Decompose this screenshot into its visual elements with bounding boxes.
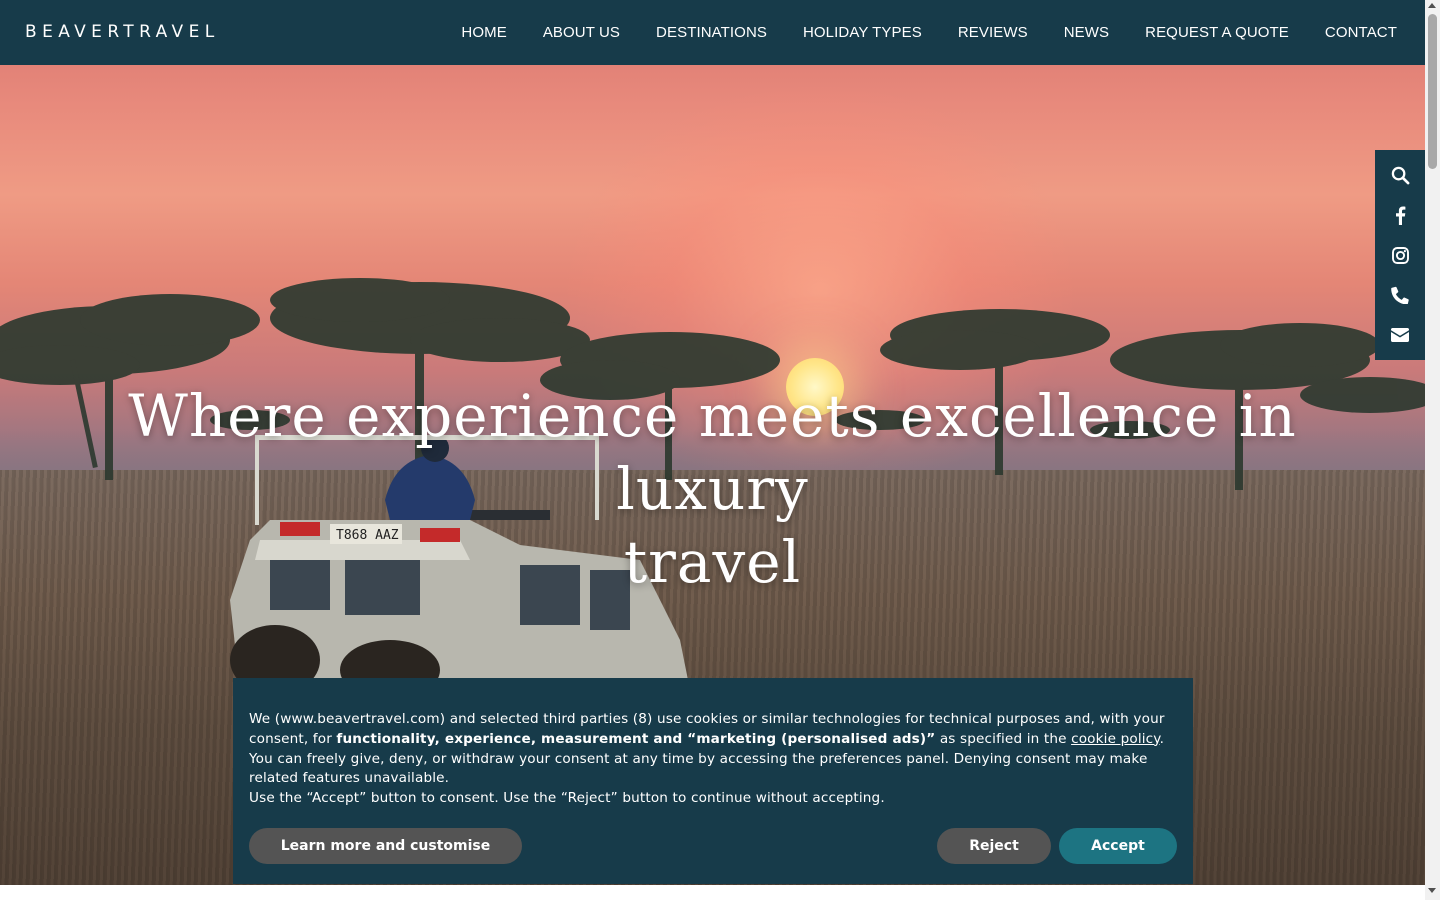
cookie-consent-banner: We (www.beavertravel.com) and selected t…	[233, 678, 1193, 884]
instagram-icon[interactable]	[1375, 235, 1425, 275]
nav-news[interactable]: NEWS	[1064, 24, 1109, 41]
nav-contact[interactable]: CONTACT	[1325, 24, 1397, 41]
hero-headline-line1: Where experience meets excellence in lux…	[128, 382, 1297, 523]
cookie-text-line3: Use the “Accept” button to consent. Use …	[249, 790, 885, 807]
vertical-scrollbar[interactable]	[1425, 0, 1440, 900]
phone-icon[interactable]	[1375, 275, 1425, 315]
main-nav: HOME ABOUT US DESTINATIONS HOLIDAY TYPES…	[461, 0, 1397, 65]
reject-button[interactable]: Reject	[937, 828, 1051, 864]
nav-holiday-types[interactable]: HOLIDAY TYPES	[803, 24, 922, 41]
hero-headline-line2: travel	[623, 528, 802, 596]
email-icon[interactable]	[1375, 315, 1425, 355]
hero-headline: Where experience meets excellence in lux…	[60, 380, 1365, 599]
cookie-text-purposes: functionality, experience, measurement a…	[336, 730, 936, 747]
cookie-text-part2: as specified in the	[935, 730, 1072, 747]
social-sidebar	[1375, 150, 1425, 360]
nav-destinations[interactable]: DESTINATIONS	[656, 24, 767, 41]
nav-request-a-quote[interactable]: REQUEST A QUOTE	[1145, 24, 1289, 41]
scrollbar-thumb[interactable]	[1428, 14, 1437, 169]
nav-home[interactable]: HOME	[461, 24, 506, 41]
site-logo[interactable]: BEAVERTRAVEL	[25, 22, 220, 42]
page-bottom-edge	[0, 885, 1425, 900]
accept-button[interactable]: Accept	[1059, 828, 1177, 864]
nav-reviews[interactable]: REVIEWS	[958, 24, 1028, 41]
scroll-up-arrow-icon[interactable]	[1428, 3, 1436, 8]
search-icon[interactable]	[1375, 155, 1425, 195]
cookie-buttons: Learn more and customise Reject Accept	[249, 828, 1177, 864]
top-navigation-bar: BEAVERTRAVEL HOME ABOUT US DESTINATIONS …	[0, 0, 1425, 65]
learn-more-button[interactable]: Learn more and customise	[249, 828, 522, 864]
cookie-text: We (www.beavertravel.com) and selected t…	[249, 710, 1177, 750]
scroll-down-arrow-icon[interactable]	[1428, 888, 1436, 893]
cookie-text-part3: .	[1159, 730, 1165, 747]
nav-about-us[interactable]: ABOUT US	[543, 24, 620, 41]
facebook-icon[interactable]	[1375, 195, 1425, 235]
cookie-policy-link[interactable]: cookie policy	[1071, 731, 1159, 747]
cookie-text-line2: You can freely give, deny, or withdraw y…	[249, 750, 1148, 787]
